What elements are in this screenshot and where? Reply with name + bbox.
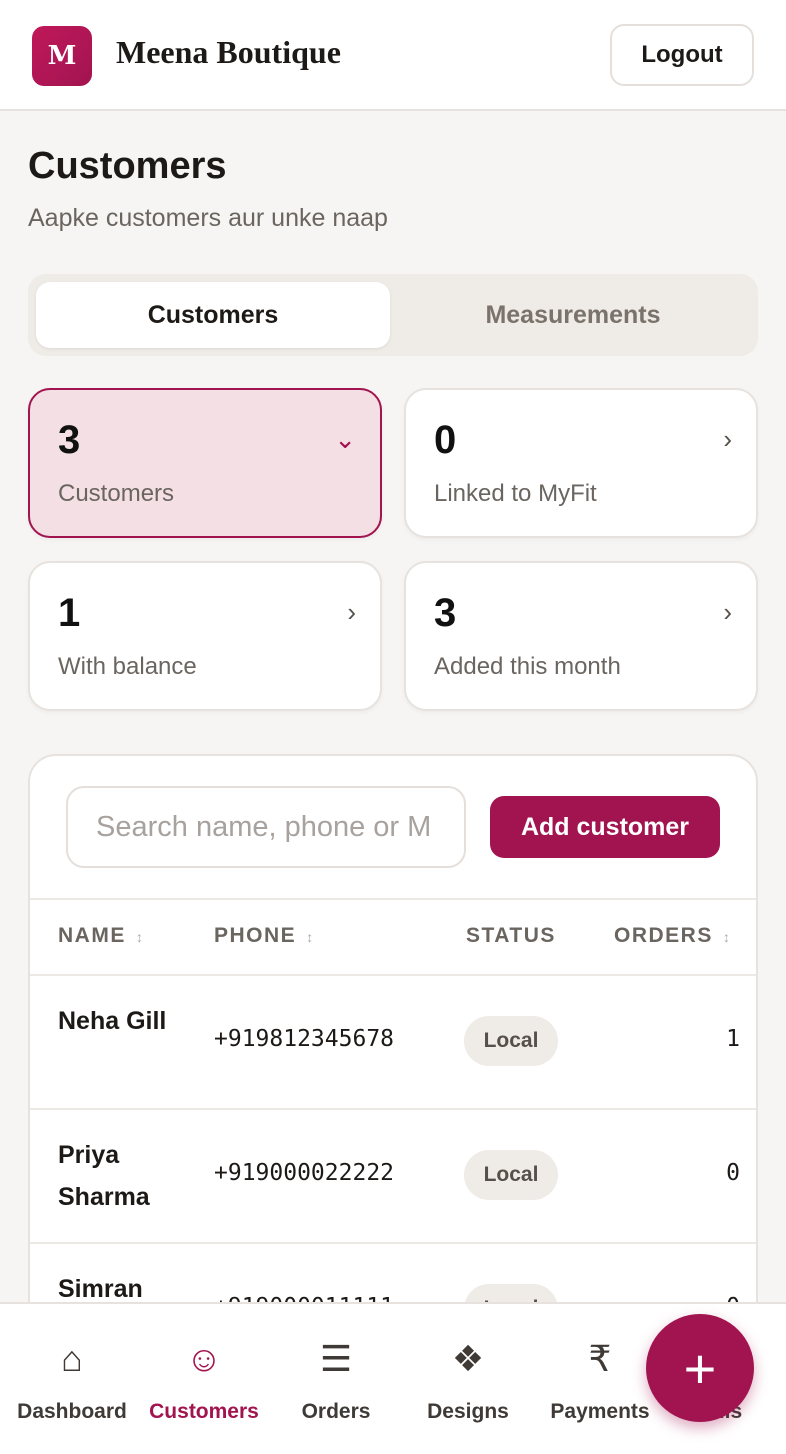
table-row[interactable]: Neha Gill +919812345678 Local 1 [30, 976, 756, 1110]
column-label: ORDERS [614, 924, 713, 947]
nav-label: Dashboard [17, 1400, 127, 1423]
page-title: Customers [28, 145, 227, 187]
chevron-right-icon: › [723, 597, 732, 627]
stat-card-with-balance[interactable]: 1 With balance › [28, 561, 382, 711]
add-fab-button[interactable]: + [646, 1314, 754, 1422]
add-customer-button[interactable]: Add customer [490, 796, 720, 858]
customer-list-panel: Add customer NAME ↕ PHONE ↕ STATUS ORDERS ↕… [28, 754, 758, 1374]
customer-orders: 0 [726, 1160, 740, 1186]
page-subtitle: Aapke customers aur unke naap [28, 204, 388, 232]
customer-phone: +919812345678 [214, 1026, 395, 1052]
smiley-icon: ☺ [185, 1338, 223, 1379]
nav-item-customers[interactable]: ☺ Customers [138, 1304, 270, 1454]
home-icon: ⌂ [61, 1338, 83, 1379]
tab-measurements[interactable]: Measurements [396, 282, 750, 348]
app-header: M Meena Boutique Logout [0, 0, 786, 111]
column-label: PHONE [214, 924, 297, 947]
stat-value: 3 [434, 591, 457, 635]
customer-phone: +919000022222 [214, 1160, 395, 1186]
chevron-right-icon: › [723, 424, 732, 454]
nav-label: Orders [301, 1400, 371, 1423]
column-label: STATUS [466, 924, 556, 947]
column-header-orders[interactable]: ORDERS ↕ [614, 924, 730, 948]
stat-value: 0 [434, 418, 457, 462]
sort-icon: ↕ [135, 929, 143, 945]
stat-card-customers[interactable]: 3 Customers ⌄ [28, 388, 382, 538]
column-header-name[interactable]: NAME ↕ [58, 924, 143, 948]
status-badge: Local [464, 1016, 558, 1066]
stat-value: 3 [58, 418, 81, 462]
status-badge: Local [464, 1150, 558, 1200]
column-label: NAME [58, 924, 126, 947]
stat-label: Added this month [434, 653, 621, 680]
column-header-phone[interactable]: PHONE ↕ [214, 924, 313, 948]
nav-item-designs[interactable]: ❖ Designs [402, 1304, 534, 1454]
nav-label: Payments [550, 1400, 650, 1423]
stat-card-added-this-month[interactable]: 3 Added this month › [404, 561, 758, 711]
customer-orders: 1 [726, 1026, 740, 1052]
search-input[interactable] [66, 786, 466, 868]
customer-name: Neha Gill [58, 1007, 167, 1035]
plus-icon: + [683, 1336, 717, 1400]
list-icon: ☰ [319, 1338, 353, 1379]
column-header-status: STATUS [466, 924, 556, 948]
stat-label: Customers [58, 480, 175, 507]
nav-label: Designs [427, 1400, 509, 1423]
stat-value: 1 [58, 591, 81, 635]
chevron-right-icon: › [347, 597, 356, 627]
stat-label: Linked to MyFit [434, 480, 597, 507]
table-header: NAME ↕ PHONE ↕ STATUS ORDERS ↕ [30, 898, 756, 976]
logout-button[interactable]: Logout [610, 24, 754, 86]
brand-logo: M [32, 26, 92, 86]
nav-item-orders[interactable]: ☰ Orders [270, 1304, 402, 1454]
tab-customers[interactable]: Customers [36, 282, 390, 348]
tab-bar: Customers Measurements [28, 274, 758, 356]
stat-label: With balance [58, 653, 197, 680]
sort-icon: ↕ [306, 929, 314, 945]
diamond-icon: ❖ [451, 1338, 485, 1379]
customer-name: Priya Sharma [58, 1141, 150, 1211]
chevron-down-icon: ⌄ [334, 424, 356, 454]
brand-name: Meena Boutique [116, 34, 341, 70]
sort-icon: ↕ [722, 929, 730, 945]
nav-item-dashboard[interactable]: ⌂ Dashboard [6, 1304, 138, 1454]
nav-label: Customers [149, 1400, 259, 1423]
table-row[interactable]: Priya Sharma +919000022222 Local 0 [30, 1110, 756, 1244]
stat-card-linked-myfit[interactable]: 0 Linked to MyFit › [404, 388, 758, 538]
